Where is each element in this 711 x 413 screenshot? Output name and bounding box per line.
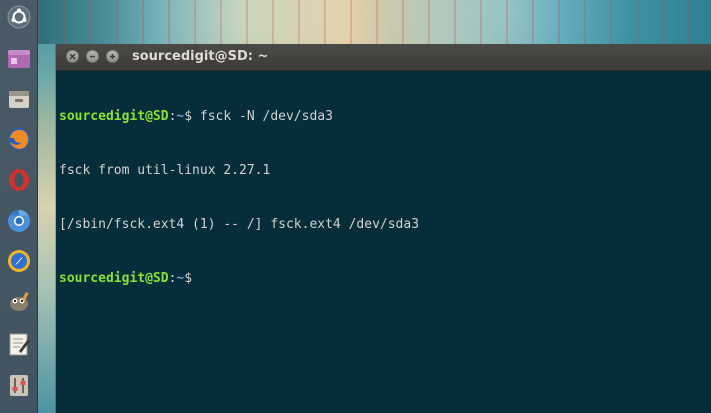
safari-like-browser-icon[interactable] xyxy=(4,246,34,276)
command-text: fsck -N /dev/sda3 xyxy=(192,109,333,124)
minimize-icon xyxy=(90,55,95,58)
minimize-window-button[interactable] xyxy=(86,50,99,63)
desktop-wallpaper xyxy=(38,0,711,44)
terminal-output[interactable]: sourcedigit@SD:~$ fsck -N /dev/sda3 fsck… xyxy=(59,72,708,411)
prompt-user-host: sourcedigit@SD xyxy=(59,271,169,286)
text-editor-icon[interactable] xyxy=(4,329,34,359)
prompt-dollar: $ xyxy=(184,109,193,124)
gimp-icon[interactable] xyxy=(4,287,34,317)
prompt-dollar: $ xyxy=(184,271,193,286)
window-title: sourcedigit@SD: ~ xyxy=(132,49,269,64)
dash-home-icon[interactable] xyxy=(4,2,34,32)
terminal-output-line: fsck from util-linux 2.27.1 xyxy=(59,163,271,178)
files-icon[interactable] xyxy=(4,84,34,114)
terminal-output-line: [/sbin/fsck.ext4 (1) -- /] fsck.ext4 /de… xyxy=(59,217,420,232)
close-icon xyxy=(69,53,76,60)
terminal-window[interactable]: sourcedigit@SD: ~ sourcedigit@SD:~$ fsck… xyxy=(56,44,711,413)
maximize-window-button[interactable] xyxy=(106,50,119,63)
chromium-icon[interactable] xyxy=(4,206,34,236)
maximize-icon xyxy=(110,54,115,59)
firefox-icon[interactable] xyxy=(4,124,34,154)
terminal-line-prompt: sourcedigit@SD:~$ xyxy=(59,270,708,288)
opera-icon[interactable] xyxy=(4,165,34,195)
unity-launcher xyxy=(0,0,38,413)
terminal-line-prompt: sourcedigit@SD:~$ fsck -N /dev/sda3 xyxy=(59,108,708,126)
app-icon[interactable] xyxy=(4,44,34,74)
settings-icon[interactable] xyxy=(4,370,34,400)
window-titlebar[interactable]: sourcedigit@SD: ~ xyxy=(56,44,711,71)
close-window-button[interactable] xyxy=(66,50,79,63)
prompt-user-host: sourcedigit@SD xyxy=(59,109,169,124)
